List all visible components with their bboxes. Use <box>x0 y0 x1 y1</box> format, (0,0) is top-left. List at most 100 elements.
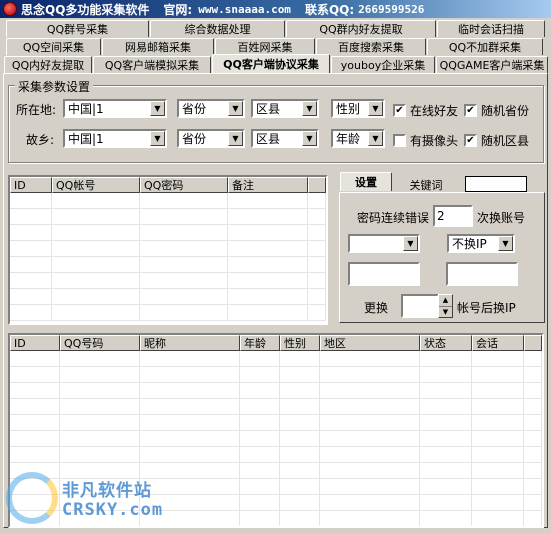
chevron-down-icon[interactable]: ▼ <box>302 131 317 146</box>
location-country-select[interactable]: 中国|1 ▼ <box>63 99 167 118</box>
table-row <box>10 193 326 209</box>
hometown-country-select[interactable]: 中国|1 ▼ <box>63 129 167 148</box>
col-region[interactable]: 地区 <box>320 335 420 351</box>
col-gender[interactable]: 性别 <box>280 335 320 351</box>
setting-field-2[interactable] <box>446 262 518 286</box>
col-note[interactable]: 备注 <box>228 177 308 193</box>
location-county-select[interactable]: 区县 ▼ <box>251 99 319 118</box>
params-group: 采集参数设置 所在地: 中国|1 ▼ 省份 ▼ 区县 ▼ 性别 ▼ ✔ 在线好友… <box>8 78 544 163</box>
tab-no-join-group-collect[interactable]: QQ不加群采集 <box>427 38 543 55</box>
checkmark-icon[interactable]: ✔ <box>464 104 477 117</box>
tab-client-protocol-collect[interactable]: QQ客户端协议采集 <box>212 54 330 73</box>
location-label: 所在地: <box>16 103 57 117</box>
change-count-input[interactable] <box>401 294 439 318</box>
tab-qq-friend-extract[interactable]: QQ内好友提取 <box>4 56 92 73</box>
tab-baixing-collect[interactable]: 百姓网采集 <box>215 38 315 55</box>
chevron-down-icon[interactable]: ▼ <box>368 131 383 146</box>
table-row <box>10 415 542 431</box>
chevron-down-icon[interactable]: ▼ <box>150 101 165 116</box>
chevron-down-icon[interactable]: ▼ <box>403 236 418 251</box>
has-camera-checkbox[interactable]: 有摄像头 <box>393 132 458 149</box>
online-friend-checkbox[interactable]: ✔ 在线好友 <box>393 102 458 119</box>
gender-value: 性别 <box>336 102 361 116</box>
keyword-input[interactable] <box>465 176 527 192</box>
accounts-table[interactable]: ID QQ帐号 QQ密码 备注 <box>8 175 328 325</box>
tab-qqgame-collect[interactable]: QQGAME客户端采集 <box>436 56 548 73</box>
tab-163-mail-collect[interactable]: 网易邮箱采集 <box>102 38 214 55</box>
tab-baidu-search-collect[interactable]: 百度搜索采集 <box>316 38 426 55</box>
col-qq-number[interactable]: QQ号码 <box>60 335 140 351</box>
col-id[interactable]: ID <box>10 335 60 351</box>
tab-row-3: QQ内好友提取 QQ客户端模拟采集 QQ客户端协议采集 youboy企业采集 Q… <box>4 54 549 73</box>
col-nickname[interactable]: 昵称 <box>140 335 240 351</box>
chevron-down-icon[interactable]: ▼ <box>368 101 383 116</box>
hometown-county-select[interactable]: 区县 ▼ <box>251 129 319 148</box>
checkmark-icon[interactable]: ✔ <box>464 134 477 147</box>
table-row <box>10 289 326 305</box>
hometown-province-value: 省份 <box>182 132 207 146</box>
ip-mode-select[interactable]: 不换IP ▼ <box>447 234 515 253</box>
tab-client-simulate-collect[interactable]: QQ客户端模拟采集 <box>93 56 211 73</box>
tab-qq-group-collect[interactable]: QQ群号采集 <box>6 20 149 37</box>
online-friend-label: 在线好友 <box>410 104 459 118</box>
random-county-label: 随机区县 <box>481 134 530 148</box>
location-country-value: 中国|1 <box>68 102 104 116</box>
site-label: 官网: <box>163 2 193 17</box>
chevron-down-icon[interactable]: ▼ <box>228 101 243 116</box>
tab-group-friend-extract[interactable]: QQ群内好友提取 <box>286 20 436 37</box>
pwd-error-count-input[interactable]: 2 <box>433 205 473 227</box>
random-province-checkbox[interactable]: ✔ 随机省份 <box>464 102 529 119</box>
random-county-checkbox[interactable]: ✔ 随机区县 <box>464 132 529 149</box>
location-province-select[interactable]: 省份 ▼ <box>177 99 245 118</box>
tab-settings[interactable]: 设置 <box>340 172 392 191</box>
results-table-header: ID QQ号码 昵称 年龄 性别 地区 状态 会话 <box>10 335 542 351</box>
watermark-line1: 非凡软件站 <box>62 481 152 501</box>
hometown-province-select[interactable]: 省份 ▼ <box>177 129 245 148</box>
location-province-value: 省份 <box>182 102 207 116</box>
col-chat[interactable]: 会话 <box>472 335 524 351</box>
table-row <box>10 273 326 289</box>
tab-keywords[interactable]: 关键词 <box>394 176 458 193</box>
gender-select[interactable]: 性别 ▼ <box>331 99 385 118</box>
chevron-down-icon[interactable]: ▼ <box>498 236 513 251</box>
age-select[interactable]: 年龄 ▼ <box>331 129 385 148</box>
tab-data-processing[interactable]: 综合数据处理 <box>150 20 285 37</box>
col-age[interactable]: 年龄 <box>240 335 280 351</box>
table-row <box>10 367 542 383</box>
site-url: www.snaaaa.com <box>198 2 291 16</box>
table-row <box>10 209 326 225</box>
app-title: 思念QQ多功能采集软件 <box>21 2 150 17</box>
col-extra <box>524 335 542 351</box>
has-camera-label: 有摄像头 <box>410 134 459 148</box>
tab-temp-session-scan[interactable]: 临时会话扫描 <box>437 20 545 37</box>
pwd-error-label: 密码连续错误 <box>357 211 430 225</box>
tab-youboy-collect[interactable]: youboy企业采集 <box>331 56 435 73</box>
chevron-down-icon[interactable]: ▼ <box>302 101 317 116</box>
accounts-table-body <box>10 193 326 323</box>
chevron-down-icon[interactable]: ▼ <box>150 131 165 146</box>
col-qq-account[interactable]: QQ帐号 <box>52 177 140 193</box>
tab-row-2: QQ空间采集 网易邮箱采集 百姓网采集 百度搜索采集 QQ不加群采集 <box>6 38 544 55</box>
col-qq-password[interactable]: QQ密码 <box>140 177 228 193</box>
table-row <box>10 351 542 367</box>
setting-field-1[interactable] <box>348 262 420 286</box>
ip-source-select[interactable]: ▼ <box>348 234 420 253</box>
settings-panel: 密码连续错误 2 次换账号 ▼ 不换IP ▼ 更换 ▲ ▼ 帐号后换IP <box>339 192 545 323</box>
spin-down-icon[interactable]: ▼ <box>439 307 452 318</box>
switch-account-label: 次换账号 <box>477 211 526 225</box>
hometown-country-value: 中国|1 <box>68 132 104 146</box>
table-row <box>10 431 542 447</box>
hometown-label: 故乡: <box>26 133 55 147</box>
spin-up-icon[interactable]: ▲ <box>439 295 452 307</box>
checkbox-empty-icon[interactable] <box>393 134 406 147</box>
col-id[interactable]: ID <box>10 177 52 193</box>
table-row <box>10 305 326 321</box>
app-icon <box>3 2 17 16</box>
checkmark-icon[interactable]: ✔ <box>393 104 406 117</box>
tab-row-1: QQ群号采集 综合数据处理 QQ群内好友提取 临时会话扫描 <box>6 20 546 37</box>
chevron-down-icon[interactable]: ▼ <box>228 131 243 146</box>
col-status[interactable]: 状态 <box>420 335 472 351</box>
tab-qzone-collect[interactable]: QQ空间采集 <box>6 38 101 55</box>
hometown-county-value: 区县 <box>256 132 281 146</box>
change-count-stepper[interactable]: ▲ ▼ <box>438 294 453 318</box>
